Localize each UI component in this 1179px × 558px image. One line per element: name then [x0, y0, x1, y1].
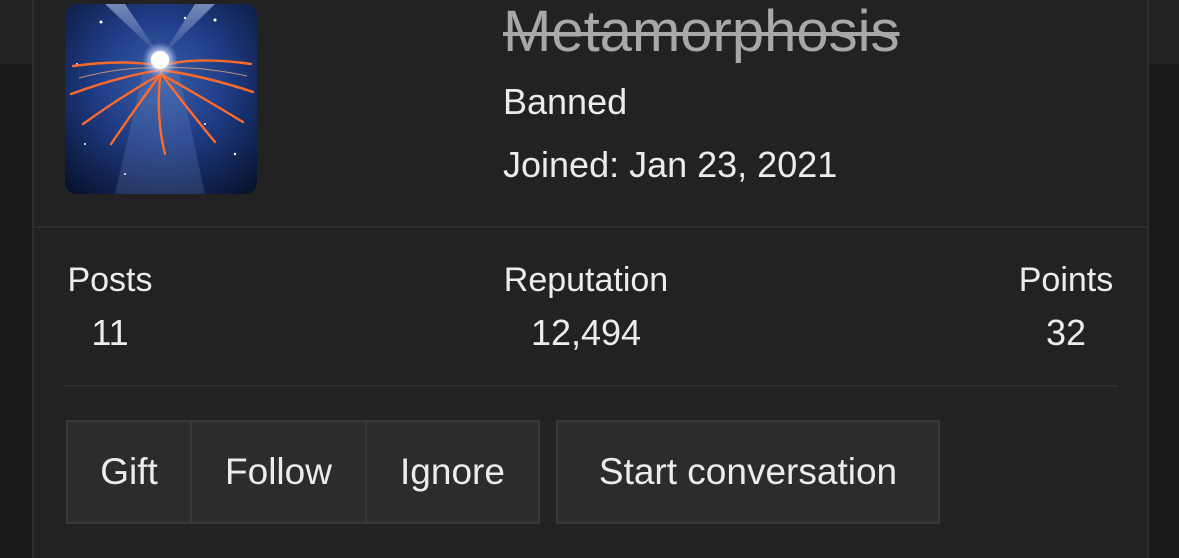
follow-button[interactable]: Follow — [190, 420, 367, 524]
action-button-group: Gift Follow Ignore — [66, 420, 540, 524]
member-tooltip-card: Metamorphosis Banned Joined: Jan 23, 202… — [32, 0, 1149, 558]
avatar-image — [65, 4, 257, 194]
user-title: Banned — [503, 81, 628, 122]
stat-reputation: Reputation 12,494 — [497, 260, 675, 354]
stat-points-value[interactable]: 32 — [1015, 312, 1117, 354]
stat-reputation-label: Reputation — [503, 261, 669, 299]
stat-posts-label: Posts — [67, 261, 153, 299]
avatar[interactable] — [65, 4, 257, 194]
stat-points: Points 32 — [1015, 260, 1117, 354]
start-conversation-button[interactable]: Start conversation — [556, 420, 940, 524]
stat-reputation-value: 12,494 — [530, 312, 642, 353]
username[interactable]: Metamorphosis — [503, 0, 899, 64]
section-divider — [34, 226, 1147, 228]
stats-divider — [64, 385, 1118, 387]
stat-posts: Posts 11 — [64, 260, 156, 354]
stat-points-label: Points — [1018, 261, 1114, 299]
stat-posts-value[interactable]: 11 — [64, 312, 156, 354]
gift-button[interactable]: Gift — [66, 420, 192, 524]
joined-date: Joined: Jan 23, 2021 — [503, 144, 838, 185]
ignore-button[interactable]: Ignore — [365, 420, 540, 524]
